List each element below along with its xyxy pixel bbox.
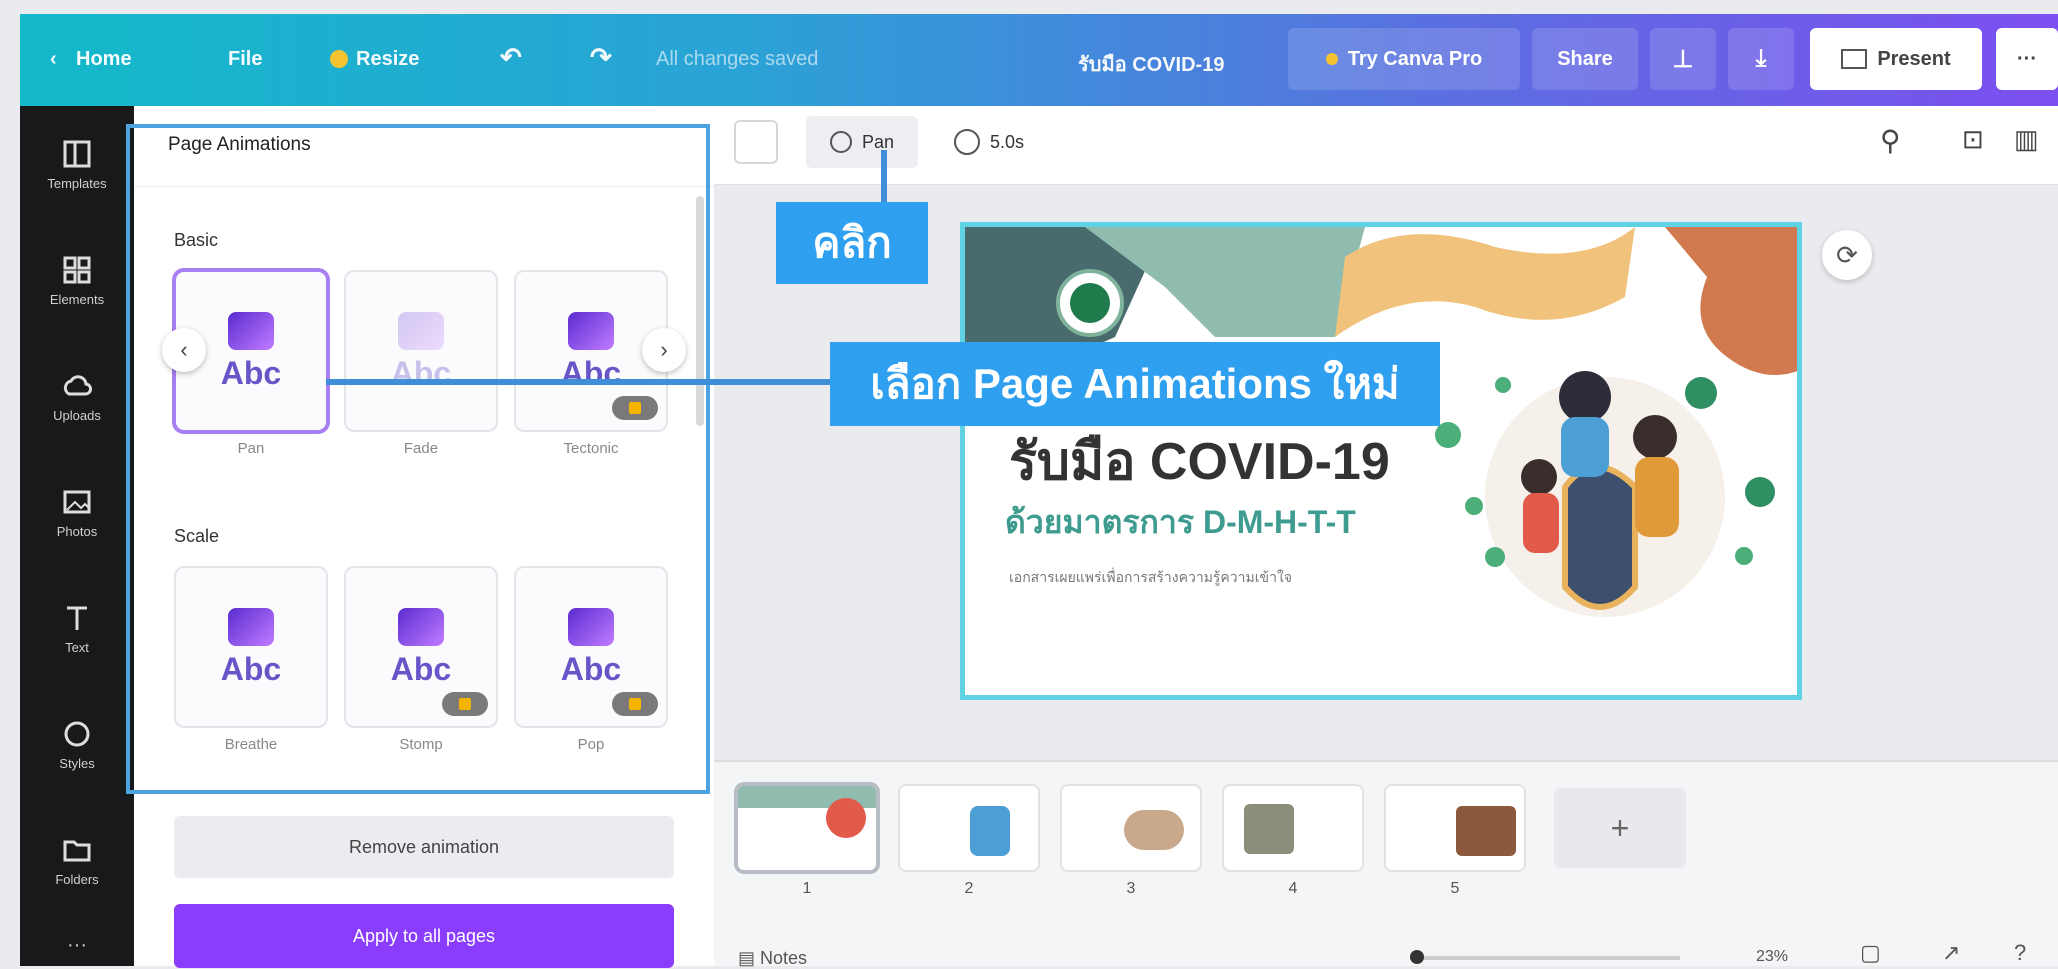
cloud-upload-icon — [63, 375, 93, 396]
slide-canvas[interactable]: รับมือ COVID-19 ด้วยมาตรการ D-M-H-T-T เอ… — [960, 222, 1802, 700]
page-number: 3 — [1126, 880, 1136, 897]
rail-label: Templates — [47, 176, 107, 191]
crown-icon — [330, 50, 348, 68]
rail-uploads[interactable]: Uploads — [20, 354, 134, 454]
download-icon[interactable]: ⤓ — [1728, 28, 1794, 90]
page-number: 1 — [802, 880, 812, 897]
rail-elements[interactable]: Elements — [20, 238, 134, 338]
page-thumbnail[interactable] — [1386, 786, 1524, 870]
rail-label: Elements — [49, 292, 105, 307]
page-number: 4 — [1288, 880, 1298, 897]
crown-icon — [1325, 53, 1338, 65]
present-button[interactable]: Present — [1810, 28, 1982, 90]
document-title[interactable]: รับมือ COVID-19 — [1078, 48, 1224, 80]
animate-button[interactable]: Pan — [806, 116, 918, 168]
callout-click: คลิก — [776, 202, 928, 284]
strip-divider — [714, 760, 2058, 762]
rail-more[interactable]: ··· — [20, 934, 134, 964]
elements-icon — [63, 256, 91, 284]
grid-view-icon[interactable]: ▢ — [1860, 940, 1881, 966]
rail-folders[interactable]: Folders — [20, 818, 134, 918]
paint-roller-icon[interactable]: ⚲ — [1880, 124, 1901, 157]
page-number: 2 — [964, 880, 974, 897]
rail-label: Folders — [55, 872, 99, 887]
virus-graphic — [1485, 547, 1505, 567]
callout-connector — [326, 379, 832, 385]
more-button[interactable]: ··· — [1996, 28, 2058, 90]
text-icon — [67, 606, 87, 630]
background-color-swatch[interactable] — [734, 120, 778, 164]
trash-icon[interactable]: ▥ — [2014, 124, 2039, 155]
animate-icon — [829, 131, 852, 153]
redo-icon[interactable]: ↷ — [590, 42, 612, 73]
rail-text[interactable]: Text — [20, 586, 134, 686]
share-label: Share — [1557, 47, 1613, 70]
virus-graphic — [1685, 377, 1717, 409]
share-button[interactable]: Share — [1532, 28, 1638, 90]
virus-graphic — [1745, 477, 1775, 507]
virus-graphic — [1495, 377, 1511, 393]
notes-label: Notes — [760, 948, 808, 968]
present-icon — [1841, 49, 1868, 69]
photos-icon — [63, 490, 91, 514]
zoom-slider[interactable] — [1410, 956, 1680, 960]
apply-all-pages-button[interactable]: Apply to all pages — [174, 904, 674, 968]
timer-icon — [954, 129, 980, 155]
try-pro-button[interactable]: Try Canva Pro — [1288, 28, 1520, 90]
page-thumbnail[interactable] — [738, 786, 876, 870]
editor-toolbar: Pan 5.0s ⚲ ⊡ ▥ — [714, 106, 2058, 185]
rail-photos[interactable]: Photos — [20, 470, 134, 570]
folder-icon — [63, 840, 91, 862]
rail-label: Uploads — [53, 408, 101, 423]
stats-icon[interactable]: ⊥ — [1650, 28, 1716, 90]
rail-templates[interactable]: Templates — [20, 122, 134, 222]
duration-button[interactable]: 5.0s — [954, 116, 1064, 168]
page-number: 5 — [1450, 880, 1460, 897]
callout-choose-animation: เลือก Page Animations ใหม่ — [830, 342, 1440, 426]
present-label: Present — [1877, 47, 1951, 70]
rail-styles[interactable]: Styles — [20, 702, 134, 802]
slide-subtitle[interactable]: ด้วยมาตรการ D-M-H-T-T — [1005, 497, 1356, 548]
page-thumbnail[interactable] — [900, 786, 1038, 870]
help-icon[interactable]: ? — [2014, 940, 2026, 966]
palette-icon — [64, 721, 90, 747]
top-toolbar: ‹ Home File Resize ↶ ↷ All changes saved… — [20, 14, 2058, 106]
page-thumbnail[interactable] — [1224, 786, 1362, 870]
back-chevron-icon[interactable]: ‹ — [50, 48, 57, 71]
virus-graphic — [1465, 497, 1483, 515]
save-status: All changes saved — [656, 48, 819, 70]
rotate-icon[interactable]: ⟳ — [1822, 230, 1872, 280]
rail-label: Text — [65, 640, 89, 655]
try-pro-label: Try Canva Pro — [1347, 47, 1483, 70]
virus-graphic — [1735, 547, 1753, 565]
slide-title[interactable]: รับมือ COVID-19 — [1009, 419, 1390, 502]
highlight-frame — [126, 124, 710, 794]
duration-label: 5.0s — [990, 131, 1025, 152]
page-thumbnail[interactable] — [1062, 786, 1200, 870]
rail-label: Photos — [56, 524, 98, 539]
side-rail: Templates Elements Uploads Photos Text S… — [20, 106, 134, 966]
rail-label: Styles — [59, 756, 95, 771]
zoom-level[interactable]: 23% — [1756, 948, 1788, 966]
templates-icon — [63, 140, 91, 168]
zoom-slider-handle[interactable] — [1410, 950, 1424, 964]
callout-connector — [881, 150, 887, 204]
resize-button[interactable]: Resize — [356, 48, 419, 71]
fullscreen-icon[interactable]: ↗ — [1942, 940, 1960, 966]
file-menu[interactable]: File — [228, 48, 262, 71]
slide-caption[interactable]: เอกสารเผยแพร่เพื่อการสร้างความรู้ความเข้… — [1009, 567, 1292, 589]
animate-label: Pan — [861, 131, 895, 152]
notes-icon: ▤ — [738, 948, 756, 968]
remove-animation-button[interactable]: Remove animation — [174, 816, 674, 878]
undo-icon[interactable]: ↶ — [500, 42, 522, 73]
home-button[interactable]: Home — [76, 48, 132, 71]
add-page-button[interactable]: + — [1554, 788, 1686, 868]
lock-icon[interactable]: ⊡ — [1962, 124, 1984, 155]
